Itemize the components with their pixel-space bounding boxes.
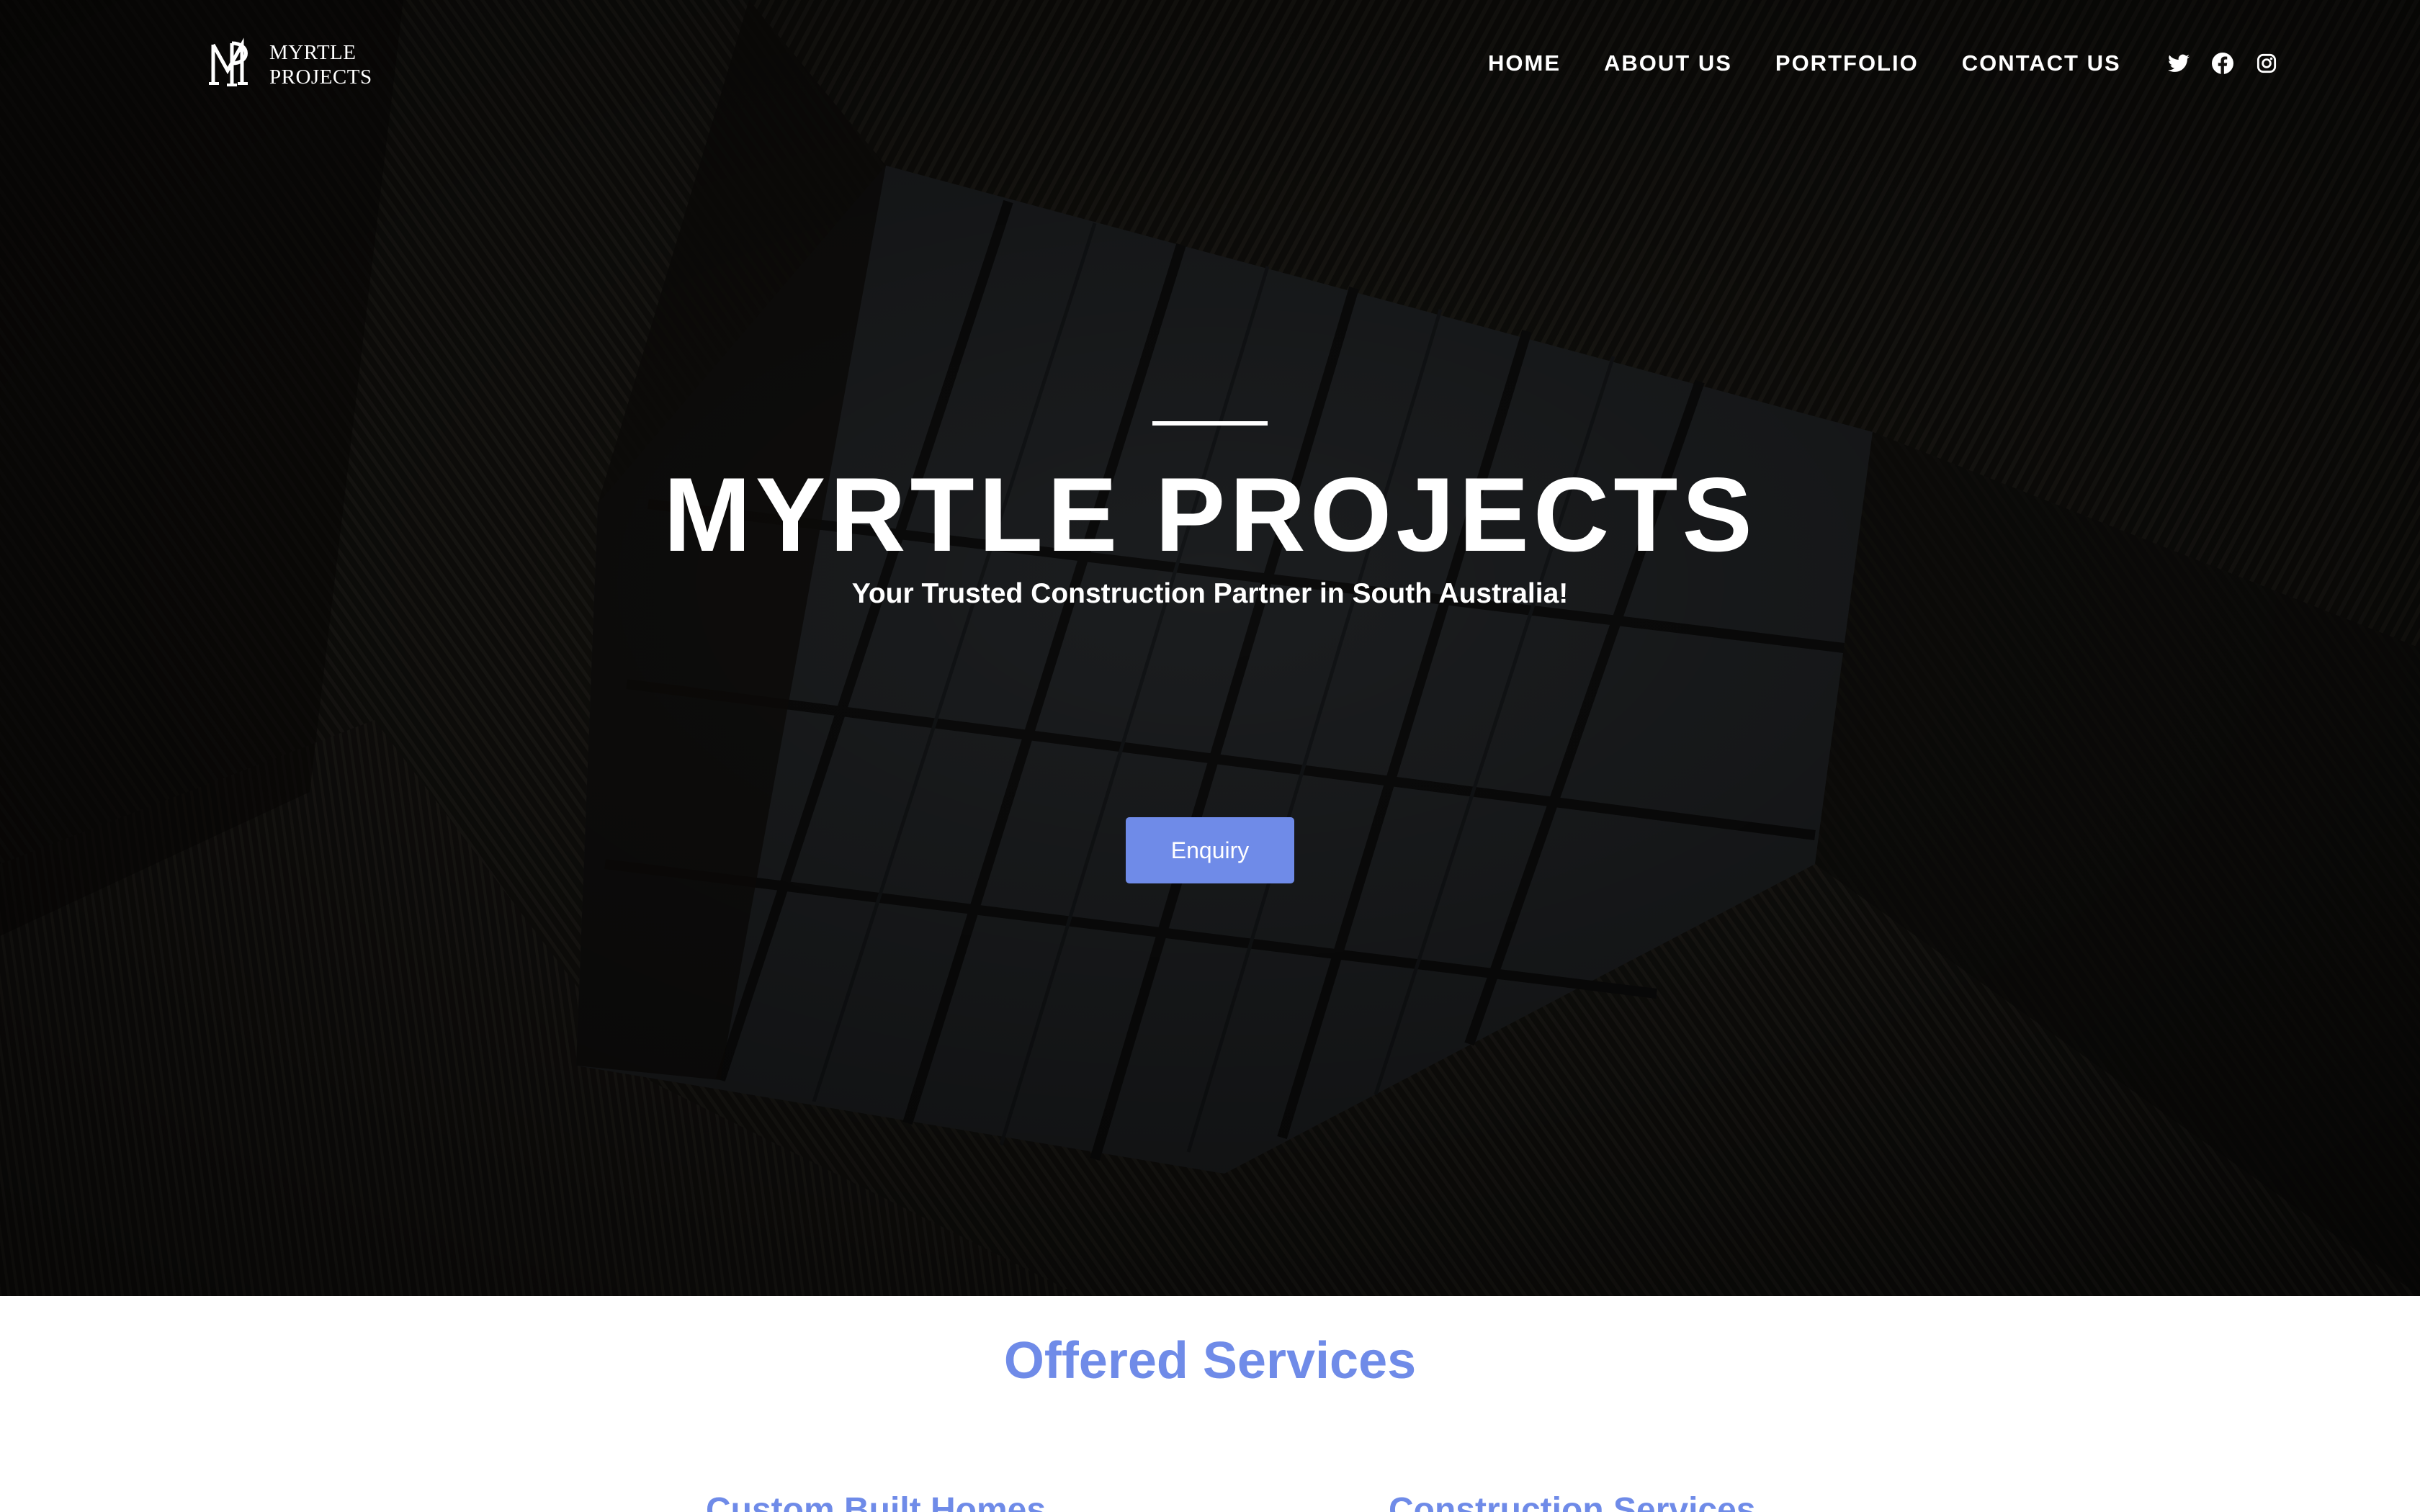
hero-divider: [1152, 421, 1268, 426]
nav-portfolio[interactable]: PORTFOLIO: [1775, 49, 1919, 78]
nav-home[interactable]: HOME: [1488, 49, 1561, 78]
service-custom-built-homes[interactable]: Custom Built Homes: [706, 1489, 1046, 1512]
enquiry-button[interactable]: Enquiry: [1126, 817, 1294, 883]
logo-line-2: PROJECTS: [269, 66, 372, 89]
logo-line-1: MYRTLE: [269, 41, 357, 64]
hero-subtitle: Your Trusted Construction Partner in Sou…: [851, 578, 1569, 609]
brand-logo[interactable]: MYRTLE PROJECTS: [207, 36, 372, 94]
logo-wordmark: MYRTLE PROJECTS: [269, 40, 372, 89]
service-construction-services[interactable]: Construction Services: [1389, 1489, 1755, 1512]
instagram-icon[interactable]: [2255, 52, 2278, 75]
twitter-icon[interactable]: [2167, 52, 2190, 75]
facebook-icon[interactable]: [2211, 52, 2234, 75]
hero-background-image: [0, 0, 2420, 1296]
hero-title: MYRTLE PROJECTS: [663, 456, 1757, 573]
nav-about-us[interactable]: ABOUT US: [1604, 49, 1732, 78]
logo-monogram-icon: [209, 37, 248, 86]
social-links: [2167, 52, 2278, 75]
nav-contact-us[interactable]: CONTACT US: [1962, 49, 2121, 78]
hero-section: MYRTLE PROJECTS HOME ABOUT US PORTFOLIO …: [0, 0, 2420, 1296]
main-nav: HOME ABOUT US PORTFOLIO CONTACT US: [1488, 49, 2278, 78]
services-heading: Offered Services: [1003, 1332, 1417, 1390]
